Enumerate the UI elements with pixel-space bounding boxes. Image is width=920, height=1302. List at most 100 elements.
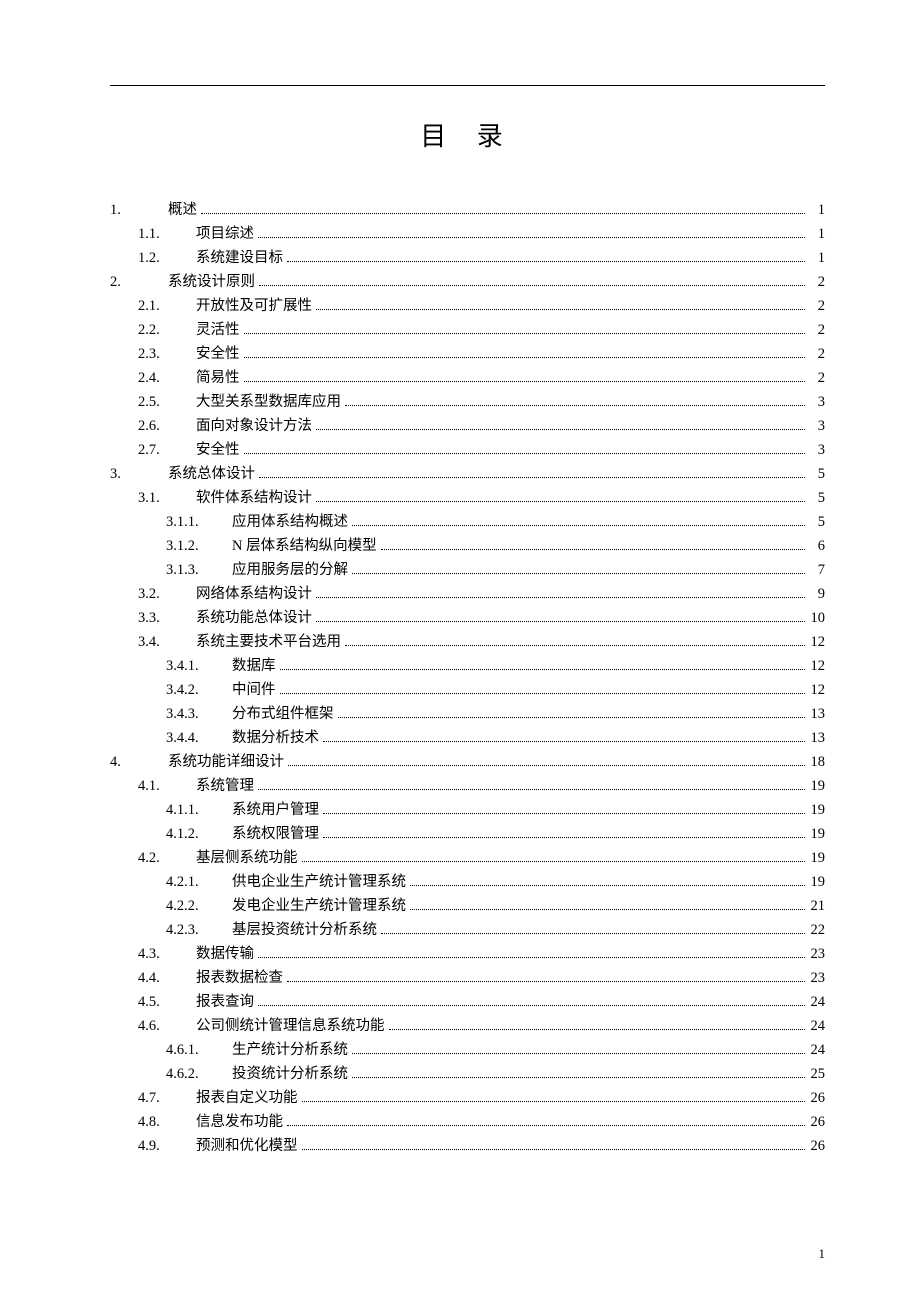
- toc-entry-label: 报表自定义功能: [190, 1091, 298, 1106]
- toc-entry-page: 23: [807, 971, 825, 986]
- toc-entry-number: 3.4.: [138, 635, 190, 650]
- toc-entry-page: 2: [807, 275, 825, 290]
- toc-entry-page: 12: [807, 683, 825, 698]
- toc-entry-label: 基层投资统计分析系统: [226, 923, 377, 938]
- toc-entry[interactable]: 2.7.安全性3: [110, 443, 825, 458]
- toc-leader-dots: [338, 717, 806, 718]
- toc-entry[interactable]: 3.3.系统功能总体设计10: [110, 611, 825, 626]
- toc-entry[interactable]: 4.6.公司侧统计管理信息系统功能24: [110, 1019, 825, 1034]
- toc-entry[interactable]: 2.2.灵活性2: [110, 323, 825, 338]
- toc-entry-number: 2.: [110, 275, 162, 290]
- toc-entry[interactable]: 2.3.安全性2: [110, 347, 825, 362]
- toc-entry-page: 13: [807, 731, 825, 746]
- toc-entry-number: 2.1.: [138, 299, 190, 314]
- toc-entry[interactable]: 3.1.1.应用体系结构概述5: [110, 515, 825, 530]
- toc-leader-dots: [201, 213, 805, 214]
- toc-entry-label: 开放性及可扩展性: [190, 299, 312, 314]
- toc-entry[interactable]: 3.4.2.中间件12: [110, 683, 825, 698]
- toc-entry[interactable]: 4.2.2.发电企业生产统计管理系统21: [110, 899, 825, 914]
- toc-entry[interactable]: 4.系统功能详细设计18: [110, 755, 825, 770]
- toc-entry-page: 2: [807, 299, 825, 314]
- toc-leader-dots: [323, 741, 805, 742]
- toc-entry[interactable]: 4.7.报表自定义功能26: [110, 1091, 825, 1106]
- toc-leader-dots: [352, 573, 805, 574]
- toc-entry[interactable]: 4.3.数据传输23: [110, 947, 825, 962]
- toc-leader-dots: [287, 261, 805, 262]
- toc-entry[interactable]: 4.6.1.生产统计分析系统24: [110, 1043, 825, 1058]
- toc-entry[interactable]: 2.6.面向对象设计方法3: [110, 419, 825, 434]
- toc-entry-label: 报表查询: [190, 995, 254, 1010]
- toc-entry-page: 1: [807, 203, 825, 218]
- toc-entry[interactable]: 3.2.网络体系结构设计9: [110, 587, 825, 602]
- toc-entry[interactable]: 3.系统总体设计5: [110, 467, 825, 482]
- toc-entry-label: 系统功能详细设计: [162, 755, 284, 770]
- toc-entry-page: 5: [807, 515, 825, 530]
- toc-title: 目 录: [110, 116, 825, 153]
- toc-entry[interactable]: 2.4.简易性2: [110, 371, 825, 386]
- toc-entry-label: 报表数据检查: [190, 971, 283, 986]
- toc-entry-label: 系统总体设计: [162, 467, 255, 482]
- toc-leader-dots: [258, 789, 805, 790]
- toc-entry-number: 3.4.3.: [166, 707, 226, 722]
- toc-entry[interactable]: 2.系统设计原则2: [110, 275, 825, 290]
- toc-entry-label: 预测和优化模型: [190, 1139, 298, 1154]
- toc-entry[interactable]: 4.4.报表数据检查 23: [110, 971, 825, 986]
- toc-leader-dots: [259, 477, 805, 478]
- toc-entry-page: 5: [807, 491, 825, 506]
- toc-entry[interactable]: 1.1.项目综述1: [110, 227, 825, 242]
- toc-entry-page: 19: [807, 875, 825, 890]
- toc-entry[interactable]: 3.4.系统主要技术平台选用12: [110, 635, 825, 650]
- toc-entry-label: 信息发布功能: [190, 1115, 283, 1130]
- toc-entry-number: 4.2.3.: [166, 923, 226, 938]
- toc-entry[interactable]: 3.1.软件体系结构设计5: [110, 491, 825, 506]
- toc-leader-dots: [389, 1029, 806, 1030]
- toc-entry-page: 2: [807, 347, 825, 362]
- toc-entry-label: 应用服务层的分解: [226, 563, 348, 578]
- toc-entry-label: 系统主要技术平台选用: [190, 635, 341, 650]
- toc-entry-page: 2: [807, 371, 825, 386]
- toc-entry[interactable]: 4.8.信息发布功能 26: [110, 1115, 825, 1130]
- toc-entry[interactable]: 3.4.4.数据分析技术13: [110, 731, 825, 746]
- toc-leader-dots: [323, 837, 805, 838]
- toc-entry[interactable]: 4.2.3.基层投资统计分析系统22: [110, 923, 825, 938]
- toc-entry-number: 4.4.: [138, 971, 190, 986]
- toc-entry[interactable]: 2.1.开放性及可扩展性 2: [110, 299, 825, 314]
- toc-entry-label: 供电企业生产统计管理系统: [226, 875, 406, 890]
- toc-entry-label: 中间件: [226, 683, 276, 698]
- toc-entry-page: 26: [807, 1091, 825, 1106]
- toc-leader-dots: [244, 453, 806, 454]
- toc-leader-dots: [244, 357, 806, 358]
- toc-entry-number: 3.2.: [138, 587, 190, 602]
- toc-entry[interactable]: 4.2.1.供电企业生产统计管理系统19: [110, 875, 825, 890]
- toc-entry-number: 4.1.1.: [166, 803, 226, 818]
- toc-entry-page: 26: [807, 1115, 825, 1130]
- toc-entry-label: 数据库: [226, 659, 276, 674]
- toc-entry-number: 3.1.1.: [166, 515, 226, 530]
- toc-entry[interactable]: 3.4.3.分布式组件框架13: [110, 707, 825, 722]
- toc-entry-page: 19: [807, 851, 825, 866]
- toc-entry-page: 2: [807, 323, 825, 338]
- toc-entry[interactable]: 4.1.2.系统权限管理19: [110, 827, 825, 842]
- toc-entry-page: 10: [807, 611, 825, 626]
- toc-leader-dots: [244, 333, 806, 334]
- toc-entry[interactable]: 4.6.2.投资统计分析系统25: [110, 1067, 825, 1082]
- toc-entry[interactable]: 3.4.1.数据库12: [110, 659, 825, 674]
- toc-entry[interactable]: 4.2.基层侧系统功能19: [110, 851, 825, 866]
- toc-entry[interactable]: 4.1.1.系统用户管理19: [110, 803, 825, 818]
- toc-entry-label: 发电企业生产统计管理系统: [226, 899, 406, 914]
- toc-entry[interactable]: 4.9.预测和优化模型26: [110, 1139, 825, 1154]
- toc-leader-dots: [352, 1053, 805, 1054]
- toc-entry[interactable]: 1.概述1: [110, 203, 825, 218]
- toc-entry-page: 24: [807, 1019, 825, 1034]
- toc-entry[interactable]: 3.1.2.N 层体系结构纵向模型6: [110, 539, 825, 554]
- toc-entry-number: 2.7.: [138, 443, 190, 458]
- toc-entry-number: 4.8.: [138, 1115, 190, 1130]
- toc-entry[interactable]: 3.1.3.应用服务层的分解7: [110, 563, 825, 578]
- toc-entry[interactable]: 1.2.系统建设目标1: [110, 251, 825, 266]
- toc-entry[interactable]: 4.5.报表查询24: [110, 995, 825, 1010]
- toc-entry[interactable]: 2.5.大型关系型数据库应用3: [110, 395, 825, 410]
- toc-leader-dots: [352, 1077, 805, 1078]
- toc-leader-dots: [316, 501, 805, 502]
- toc-entry[interactable]: 4.1.系统管理19: [110, 779, 825, 794]
- toc-entry-number: 4.: [110, 755, 162, 770]
